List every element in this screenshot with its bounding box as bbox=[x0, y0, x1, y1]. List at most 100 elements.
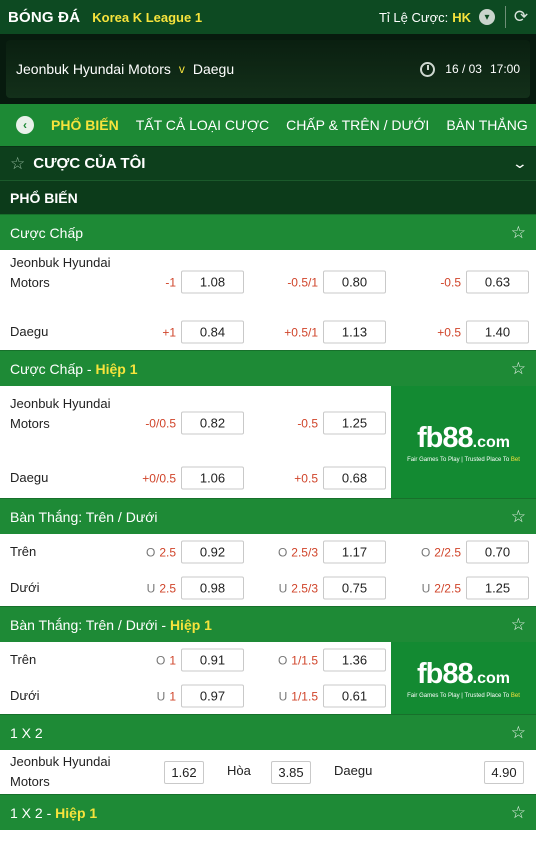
advertisement-banner[interactable]: fb88.com Fair Games To Play | Trusted Pl… bbox=[391, 642, 536, 714]
table-row: Jeonbuk Hyundai Motors -1 1.08 -0.5/1 0.80… bbox=[0, 250, 536, 314]
period-label: Hiệp 1 bbox=[169, 616, 212, 633]
match-time: 17:00 bbox=[489, 62, 520, 76]
tab-popular[interactable]: PHỔ BIẾN bbox=[51, 117, 119, 133]
odds-button[interactable]: 1.06 bbox=[181, 466, 244, 490]
odds-button[interactable]: 0.63 bbox=[466, 270, 529, 294]
odds-button[interactable]: 0.75 bbox=[323, 576, 386, 600]
handicap-line: -0.5 bbox=[440, 275, 461, 289]
handicap-line: +0/0.5 bbox=[142, 471, 176, 485]
refresh-icon[interactable]: ⟳ bbox=[512, 7, 530, 27]
odds-button[interactable]: 0.68 bbox=[323, 466, 386, 490]
tab-handicap-ou[interactable]: CHẤP & TRÊN / DƯỚI bbox=[286, 117, 429, 133]
odds-button[interactable]: 0.84 bbox=[181, 320, 244, 344]
brand-logo: fb88.com bbox=[417, 657, 510, 690]
handicap-line: -0.5 bbox=[297, 416, 318, 430]
market-header-handicap-h1[interactable]: Cược Chấp - Hiệp 1 ☆ bbox=[0, 350, 536, 386]
team-name: Jeonbuk Hyundai Motors bbox=[10, 396, 111, 431]
team-name: Dưới bbox=[10, 688, 40, 703]
total-line: 2/2.5 bbox=[434, 581, 461, 595]
table-row: Dưới U 2.5 0.98 U 2.5/3 0.75 U 2/2.5 1.25 bbox=[0, 570, 536, 606]
odds-button[interactable]: 0.82 bbox=[181, 411, 244, 435]
market-title: Cược Chấp bbox=[10, 224, 84, 241]
odds-button[interactable]: 3.85 bbox=[271, 761, 311, 784]
odds-button[interactable]: 0.98 bbox=[181, 576, 244, 600]
market-header-over-under-h1[interactable]: Bàn Thắng: Trên / Dưới - Hiệp 1 ☆ bbox=[0, 606, 536, 642]
odds-button[interactable]: 1.36 bbox=[323, 648, 386, 672]
over-marker: O bbox=[145, 545, 156, 559]
odds-button[interactable]: 0.91 bbox=[181, 648, 244, 672]
versus-label: v bbox=[178, 62, 185, 76]
advertisement-banner[interactable]: fb88.com Fair Games To Play | Trusted Pl… bbox=[391, 386, 536, 498]
market-header-1x2-h1[interactable]: 1 X 2 - Hiệp 1 ☆ bbox=[0, 794, 536, 830]
odds-button[interactable]: 4.90 bbox=[484, 761, 524, 784]
star-icon[interactable]: ☆ bbox=[511, 359, 526, 379]
clock-icon bbox=[420, 61, 436, 77]
handicap-line: -1 bbox=[165, 275, 176, 289]
star-icon: ☆ bbox=[10, 153, 26, 173]
team-name: Dưới bbox=[10, 580, 40, 595]
odds-button[interactable]: 0.92 bbox=[181, 540, 244, 564]
period-label: Hiệp 1 bbox=[95, 360, 138, 377]
over-marker: O bbox=[277, 653, 288, 667]
odds-button[interactable]: 0.70 bbox=[466, 540, 529, 564]
market-over-under: Trên O 2.5 0.92 O 2.5/3 1.17 O 2/2.5 0.70 Dưới… bbox=[0, 534, 536, 606]
star-icon[interactable]: ☆ bbox=[511, 615, 526, 635]
star-icon[interactable]: ☆ bbox=[511, 803, 526, 823]
odds-button[interactable]: 1.62 bbox=[164, 761, 204, 784]
total-line: 2.5/3 bbox=[291, 545, 318, 559]
odds-button[interactable]: 1.13 bbox=[323, 320, 386, 344]
handicap-line: +0.5/1 bbox=[284, 325, 318, 339]
market-header-over-under[interactable]: Bàn Thắng: Trên / Dưới ☆ bbox=[0, 498, 536, 534]
match-banner: Jeonbuk Hyundai Motors v Daegu 16 / 03 1… bbox=[0, 34, 536, 104]
team-name: Daegu bbox=[10, 324, 49, 339]
odds-button[interactable]: 0.61 bbox=[323, 684, 386, 708]
odds-button[interactable]: 1.25 bbox=[323, 411, 386, 435]
tab-goals[interactable]: BÀN THẮNG bbox=[446, 117, 527, 133]
title-dash: - bbox=[157, 616, 170, 633]
market-title: Bàn Thắng: Trên / Dưới bbox=[10, 616, 158, 633]
odds-button[interactable]: 1.08 bbox=[181, 270, 244, 294]
chevron-down-icon[interactable]: ⌄ bbox=[512, 155, 528, 172]
market-handicap-h1: Jeonbuk Hyundai Motors -0/0.5 0.82 -0.5 1.… bbox=[0, 386, 536, 498]
under-marker: U bbox=[146, 581, 156, 595]
team-name: Jeonbuk Hyundai Motors bbox=[10, 754, 111, 789]
title-dash: - bbox=[83, 360, 96, 377]
tab-all-bets[interactable]: TẤT CẢ LOẠI CƯỢC bbox=[136, 117, 269, 133]
odds-button[interactable]: 1.40 bbox=[466, 320, 529, 344]
odds-button[interactable]: 0.97 bbox=[181, 684, 244, 708]
total-line: 1 bbox=[169, 653, 176, 667]
title-dash: - bbox=[42, 804, 56, 821]
league-title[interactable]: Korea K League 1 bbox=[92, 10, 202, 25]
total-line: 1/1.5 bbox=[291, 689, 318, 703]
market-header-handicap[interactable]: Cược Chấp ☆ bbox=[0, 214, 536, 250]
odds-button[interactable]: 1.17 bbox=[323, 540, 386, 564]
chevron-left-icon[interactable]: ‹ bbox=[16, 116, 34, 134]
odds-format-value[interactable]: HK bbox=[452, 10, 471, 25]
total-line: 1 bbox=[169, 689, 176, 703]
team-name: Daegu bbox=[334, 763, 373, 778]
star-icon[interactable]: ☆ bbox=[511, 223, 526, 243]
market-over-under-h1: Trên O 1 0.91 O 1/1.5 1.36 Dưới U 1 0.97 U 1/1.… bbox=[0, 642, 536, 714]
away-team: Daegu bbox=[192, 61, 235, 77]
star-icon[interactable]: ☆ bbox=[511, 723, 526, 743]
under-marker: U bbox=[278, 581, 288, 595]
odds-button[interactable]: 0.80 bbox=[323, 270, 386, 294]
handicap-line: +0.5 bbox=[437, 325, 461, 339]
market-header-1x2[interactable]: 1 X 2 ☆ bbox=[0, 714, 536, 750]
handicap-line: +0.5 bbox=[294, 471, 318, 485]
table-row: Trên O 2.5 0.92 O 2.5/3 1.17 O 2/2.5 0.70 bbox=[0, 534, 536, 570]
odds-button[interactable]: 1.25 bbox=[466, 576, 529, 600]
market-1x2: Jeonbuk Hyundai Motors 1.62 Hòa 3.85 Dae… bbox=[0, 750, 536, 794]
over-marker: O bbox=[420, 545, 431, 559]
chevron-down-icon[interactable]: ▾ bbox=[479, 9, 495, 25]
sport-title[interactable]: BÓNG ĐÁ bbox=[8, 9, 80, 26]
market-handicap: Jeonbuk Hyundai Motors -1 1.08 -0.5/1 0.80… bbox=[0, 250, 536, 350]
brand-logo: fb88.com bbox=[417, 421, 510, 454]
team-name: Trên bbox=[10, 652, 37, 667]
period-label: Hiệp 1 bbox=[55, 804, 98, 821]
star-icon[interactable]: ☆ bbox=[511, 507, 526, 527]
total-line: 2/2.5 bbox=[434, 545, 461, 559]
odds-format-label: Tỉ Lệ Cược: bbox=[378, 9, 449, 25]
market-title: Cược Chấp bbox=[10, 360, 84, 377]
my-bets-bar[interactable]: ☆ CƯỢC CỦA TÔI ⌄ bbox=[0, 146, 536, 180]
